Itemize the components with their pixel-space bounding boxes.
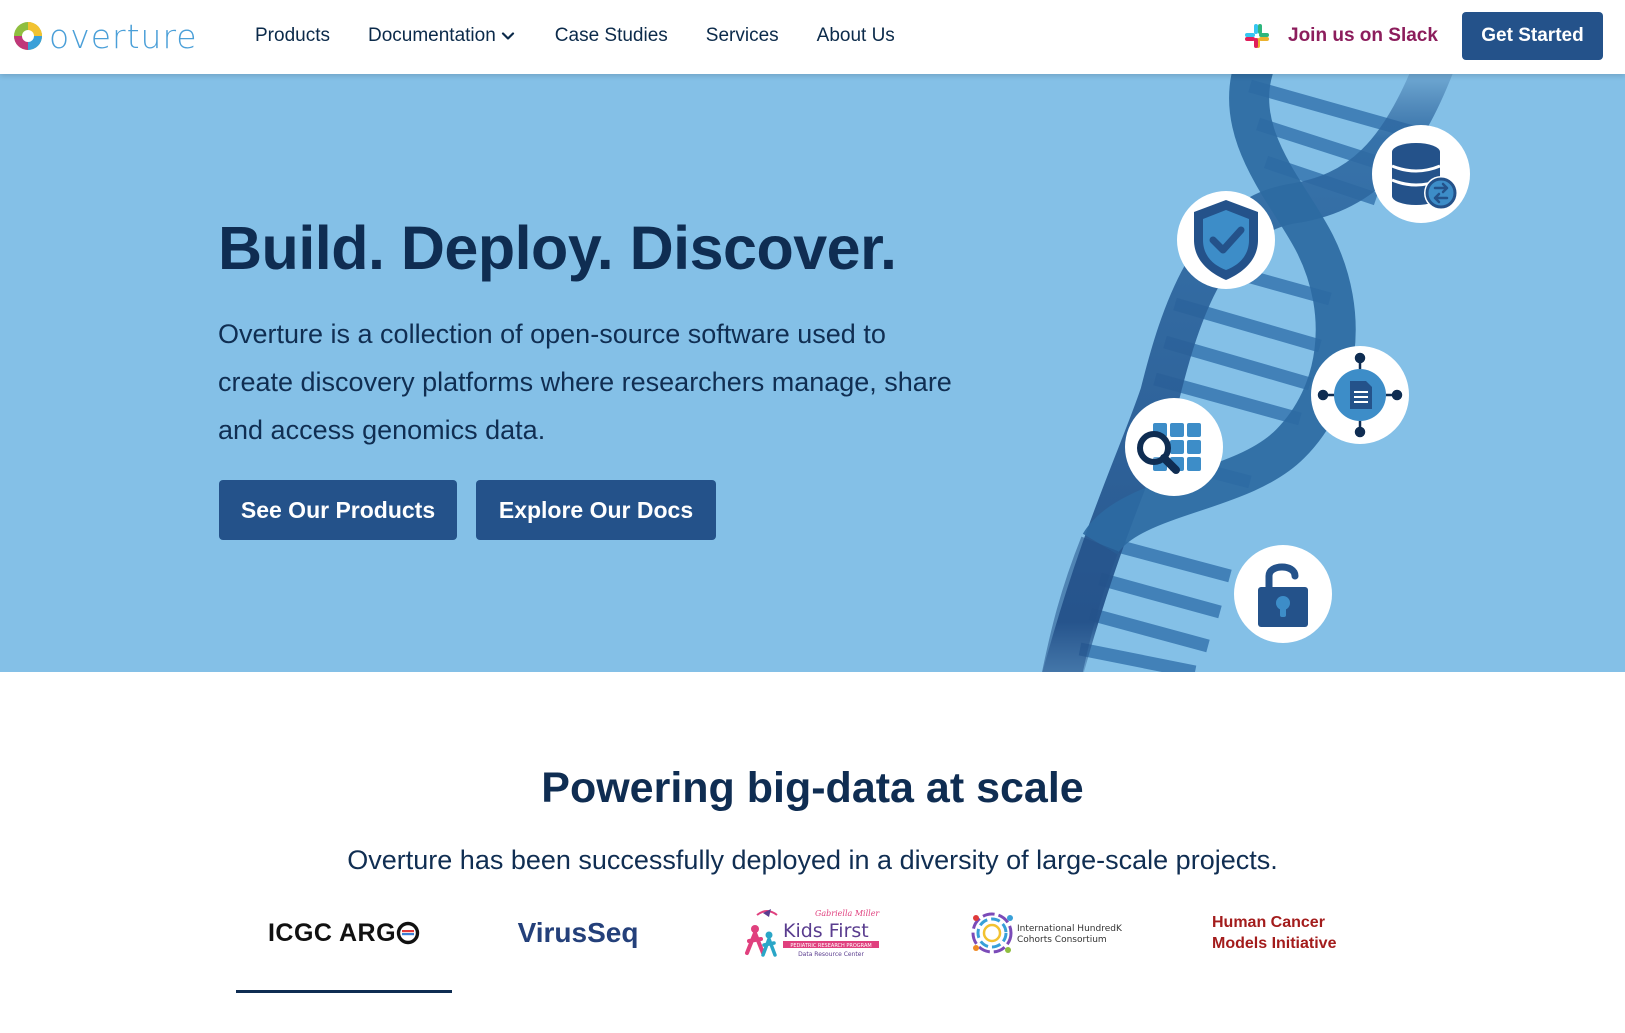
- kids-first-logo: Gabriella Miller Kids First PEDIATRIC RE…: [745, 909, 880, 958]
- hundredk-logo: International HundredK+ Cohorts Consorti…: [971, 912, 1122, 954]
- logo-wordmark: overture: [49, 16, 198, 56]
- partner-icgc-argo[interactable]: ICGC ARG: [236, 898, 452, 968]
- slack-icon: [1245, 24, 1269, 48]
- nav-products[interactable]: Products: [255, 25, 330, 47]
- shield-check-icon: [1177, 191, 1275, 289]
- nav-about-us-label: About Us: [816, 25, 895, 46]
- kids-first-sub: Data Resource Center: [798, 951, 864, 958]
- icgc-argo-logo: ICGC ARG: [268, 919, 420, 948]
- search-grid-icon: [1125, 398, 1223, 496]
- kids-first-band: PEDIATRIC RESEARCH PROGRAM: [790, 943, 871, 949]
- overture-logo-icon: [14, 22, 42, 50]
- argo-o-icon: [396, 921, 420, 945]
- hcmi-line-1: Human Cancer: [1212, 914, 1325, 931]
- partner-hcmi[interactable]: Human Cancer Models Initiative: [1212, 898, 1362, 968]
- icgc-argo-label: ICGC ARG: [267, 918, 397, 947]
- see-our-products-button[interactable]: See Our Products: [219, 480, 457, 540]
- nav-about-us[interactable]: About Us: [817, 25, 895, 47]
- chevron-down-icon: [501, 32, 514, 40]
- partner-virusseq[interactable]: VirusSeq: [490, 898, 666, 968]
- hero-section: Build. Deploy. Discover. Overture is a c…: [0, 74, 1625, 672]
- hundredk-line1: International HundredK+: [1017, 924, 1122, 934]
- kids-first-main: Kids First: [783, 920, 869, 942]
- partner-kids-first[interactable]: Gabriella Miller Kids First PEDIATRIC RE…: [743, 898, 883, 968]
- overture-logo[interactable]: overture: [12, 16, 198, 56]
- hundredk-line2: Cohorts Consortium: [1017, 935, 1107, 945]
- nav-products-label: Products: [255, 25, 330, 46]
- nav-links: Products Documentation Case Studies Serv…: [255, 0, 933, 72]
- active-partner-indicator: [236, 990, 452, 993]
- partner-hundredk-consortium[interactable]: International HundredK+ Cohorts Consorti…: [970, 898, 1122, 968]
- document-hub-icon: [1311, 346, 1409, 444]
- nav-case-studies-label: Case Studies: [554, 25, 668, 46]
- hero-description: Overture is a collection of open-source …: [218, 319, 952, 445]
- database-exchange-icon: [1372, 125, 1470, 223]
- get-started-button[interactable]: Get Started: [1462, 12, 1603, 60]
- nav-documentation-label: Documentation: [367, 25, 496, 46]
- nav-services[interactable]: Services: [706, 25, 779, 47]
- powering-subtitle: Overture has been successfully deployed …: [347, 845, 1278, 875]
- powering-title: Powering big-data at scale: [541, 764, 1084, 812]
- hero-title: Build. Deploy. Discover.: [218, 214, 897, 282]
- nav-services-label: Services: [705, 25, 779, 46]
- explore-our-docs-button[interactable]: Explore Our Docs: [476, 480, 716, 540]
- kids-first-top: Gabriella Miller: [815, 909, 880, 918]
- top-navbar: overture Products Documentation Case Stu…: [0, 0, 1625, 74]
- nav-case-studies[interactable]: Case Studies: [555, 25, 668, 47]
- virusseq-logo: VirusSeq: [517, 917, 639, 948]
- slack-label: Join us on Slack: [1288, 25, 1438, 46]
- nav-documentation[interactable]: Documentation: [368, 25, 516, 47]
- hcmi-line-2: Models Initiative: [1212, 935, 1337, 952]
- slack-link[interactable]: Join us on Slack: [1243, 20, 1438, 52]
- unlock-icon: [1234, 545, 1332, 643]
